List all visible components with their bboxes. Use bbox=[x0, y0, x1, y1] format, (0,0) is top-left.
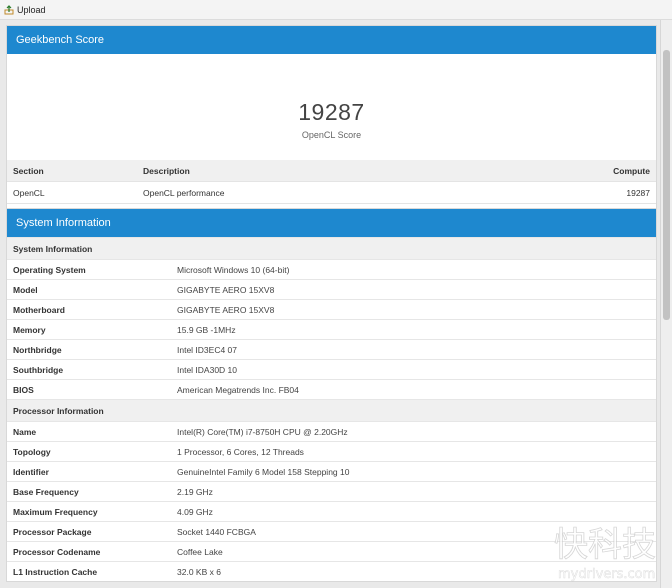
section-system-information: System Information bbox=[7, 237, 656, 260]
section-title: System Information bbox=[7, 237, 656, 260]
table-row: Maximum Frequency 4.09 GHz bbox=[7, 501, 656, 522]
row-key: Memory bbox=[7, 319, 165, 340]
table-row: Processor Package Socket 1440 FCBGA bbox=[7, 521, 656, 542]
table-row: Operating System Microsoft Windows 10 (64… bbox=[7, 259, 656, 280]
row-value: GIGABYTE AERO 15XV8 bbox=[165, 299, 656, 320]
table-row: Northbridge Intel ID3EC4 07 bbox=[7, 339, 656, 360]
upload-button[interactable]: Upload bbox=[17, 5, 46, 15]
row-value: Intel(R) Core(TM) i7-8750H CPU @ 2.20GHz bbox=[165, 421, 656, 442]
row-key: Motherboard bbox=[7, 299, 165, 320]
row-key: BIOS bbox=[7, 379, 165, 400]
table-row: Name Intel(R) Core(TM) i7-8750H CPU @ 2.2… bbox=[7, 421, 656, 442]
row-key: Southbridge bbox=[7, 359, 165, 380]
table-row: Base Frequency 2.19 GHz bbox=[7, 481, 656, 502]
row-value: Intel ID3EC4 07 bbox=[165, 339, 656, 360]
row-compute: 19287 bbox=[477, 181, 656, 204]
row-value: GIGABYTE AERO 15XV8 bbox=[165, 279, 656, 300]
table-row: Model GIGABYTE AERO 15XV8 bbox=[7, 279, 656, 300]
table-row: Motherboard GIGABYTE AERO 15XV8 bbox=[7, 299, 656, 320]
table-row: Southbridge Intel IDA30D 10 bbox=[7, 359, 656, 380]
system-information-header: System Information bbox=[7, 209, 656, 237]
row-key: Identifier bbox=[7, 461, 165, 482]
row-value: 1 Processor, 6 Cores, 12 Threads bbox=[165, 441, 656, 462]
row-value: 32.0 KB x 6 bbox=[165, 561, 656, 581]
row-value: Coffee Lake bbox=[165, 541, 656, 562]
column-section: Section bbox=[7, 160, 137, 182]
toolbar: Upload bbox=[0, 0, 672, 20]
table-row: L1 Instruction Cache 32.0 KB x 6 bbox=[7, 561, 656, 581]
row-key: Northbridge bbox=[7, 339, 165, 360]
column-description: Description bbox=[137, 160, 478, 182]
row-value: American Megatrends Inc. FB04 bbox=[165, 379, 656, 400]
row-description: OpenCL performance bbox=[137, 181, 478, 204]
system-information-card: System Information System Information Op… bbox=[6, 208, 657, 582]
score-block: 19287 OpenCL Score bbox=[7, 54, 656, 160]
row-value: 4.09 GHz bbox=[165, 501, 656, 522]
table-row: Processor Codename Coffee Lake bbox=[7, 541, 656, 562]
row-key: L1 Instruction Cache bbox=[7, 561, 165, 581]
table-row: Topology 1 Processor, 6 Cores, 12 Threads bbox=[7, 441, 656, 462]
scrollbar-thumb[interactable] bbox=[663, 50, 670, 320]
row-value: 15.9 GB -1MHz bbox=[165, 319, 656, 340]
row-value: Socket 1440 FCBGA bbox=[165, 521, 656, 542]
section-processor-information: Processor Information bbox=[7, 399, 656, 422]
row-key: Topology bbox=[7, 441, 165, 462]
row-key: Name bbox=[7, 421, 165, 442]
row-value: 2.19 GHz bbox=[165, 481, 656, 502]
row-key: Maximum Frequency bbox=[7, 501, 165, 522]
row-value: Intel IDA30D 10 bbox=[165, 359, 656, 380]
table-row: BIOS American Megatrends Inc. FB04 bbox=[7, 379, 656, 400]
table-row: Memory 15.9 GB -1MHz bbox=[7, 319, 656, 340]
opencl-score-label: OpenCL Score bbox=[301, 130, 362, 140]
score-table-header: Section Description Compute bbox=[7, 160, 656, 182]
row-value: GenuineIntel Family 6 Model 158 Stepping… bbox=[165, 461, 656, 482]
row-key: Processor Package bbox=[7, 521, 165, 542]
column-compute: Compute bbox=[477, 160, 656, 182]
system-info-table: System Information Operating System Micro… bbox=[7, 237, 656, 581]
table-row: OpenCL OpenCL performance 19287 bbox=[7, 181, 656, 204]
row-key: Model bbox=[7, 279, 165, 300]
table-row: Identifier GenuineIntel Family 6 Model 15… bbox=[7, 461, 656, 482]
geekbench-score-card: Geekbench Score 19287 OpenCL Score Secti… bbox=[6, 25, 657, 226]
upload-icon[interactable] bbox=[4, 4, 14, 15]
section-title: Processor Information bbox=[7, 399, 656, 422]
row-section: OpenCL bbox=[7, 181, 137, 204]
opencl-score-value: 19287 bbox=[298, 99, 365, 125]
row-key: Base Frequency bbox=[7, 481, 165, 502]
geekbench-score-header: Geekbench Score bbox=[7, 26, 656, 54]
row-value: Microsoft Windows 10 (64-bit) bbox=[165, 259, 656, 280]
vertical-scrollbar[interactable] bbox=[660, 20, 672, 588]
row-key: Processor Codename bbox=[7, 541, 165, 562]
row-key: Operating System bbox=[7, 259, 165, 280]
